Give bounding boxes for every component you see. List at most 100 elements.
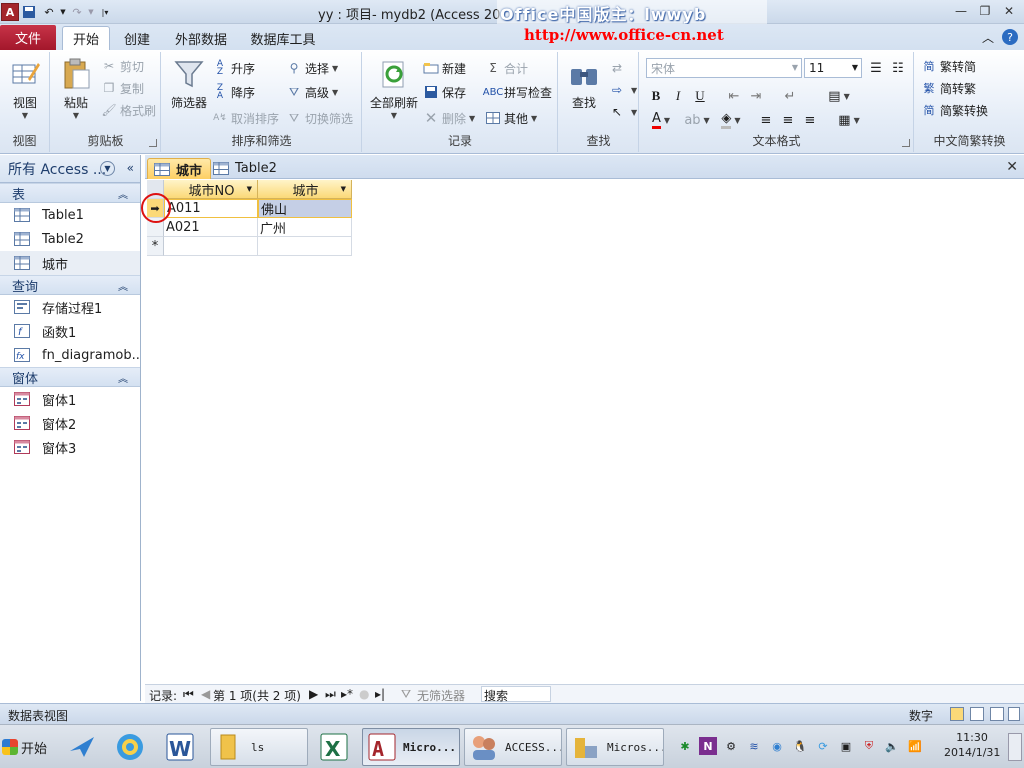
- increase-indent-button[interactable]: ⇥: [746, 86, 766, 106]
- tab-create[interactable]: 创建: [116, 26, 158, 50]
- show-desktop-button[interactable]: [1008, 733, 1022, 761]
- doc-tab-table2[interactable]: Table2: [207, 158, 285, 179]
- tray-network-icon[interactable]: 📶: [906, 737, 924, 755]
- nav-item-form2[interactable]: 窗体2: [0, 411, 140, 435]
- advanced-button[interactable]: ⛛ 高级 ▼: [286, 82, 338, 102]
- tab-file[interactable]: 文件: [0, 25, 56, 50]
- datasheet-view-icon[interactable]: [950, 707, 964, 721]
- gridlines-button[interactable]: ▤ ▼: [824, 86, 854, 106]
- tray-tool-icon[interactable]: ⚙: [722, 737, 740, 755]
- tray-qq-icon[interactable]: 🐧: [791, 737, 809, 755]
- bullets-button[interactable]: ☰: [866, 58, 886, 78]
- design-view-icon[interactable]: [1008, 707, 1020, 721]
- tray-sync-icon[interactable]: ⟳: [814, 737, 832, 755]
- column-header-city-no[interactable]: 城市NO ▼: [164, 180, 258, 199]
- record-nav-extra-icon[interactable]: ●: [359, 687, 369, 701]
- find-button[interactable]: 查找: [561, 56, 607, 111]
- tab-database-tools[interactable]: 数据库工具: [244, 26, 322, 50]
- nav-item-stored-procedure1[interactable]: 存储过程1: [0, 295, 140, 319]
- sort-descending-button[interactable]: Z A 降序: [212, 82, 255, 102]
- text-format-launcher-icon[interactable]: [902, 139, 910, 147]
- delete-record-button[interactable]: ✕ 删除 ▼: [423, 108, 475, 128]
- nav-item-table2[interactable]: Table2: [0, 227, 140, 251]
- filter-button[interactable]: 筛选器: [166, 56, 212, 111]
- close-icon[interactable]: ✕: [1000, 2, 1018, 20]
- replace-icon-button[interactable]: ⇄: [609, 58, 628, 78]
- column-filter-dropdown-icon[interactable]: ▼: [247, 185, 252, 193]
- first-record-icon[interactable]: ⏮: [183, 687, 194, 702]
- next-record-icon[interactable]: ▶: [309, 687, 318, 701]
- spelling-button[interactable]: ABC 拼写检查: [483, 82, 552, 102]
- tray-app-icon[interactable]: ✱: [676, 737, 694, 755]
- access-app-icon[interactable]: A: [1, 3, 19, 21]
- italic-button[interactable]: I: [668, 86, 688, 106]
- tray-stack-icon[interactable]: ≋: [745, 737, 763, 755]
- align-center-button[interactable]: ≡: [778, 110, 798, 130]
- t2s-button[interactable]: 简繁转简: [921, 56, 977, 76]
- nav-menu-icon[interactable]: ▼: [100, 161, 115, 176]
- start-button[interactable]: 开始: [2, 733, 52, 761]
- tray-volume-icon[interactable]: 🔈: [883, 737, 901, 755]
- tray-device-icon[interactable]: ▣: [837, 737, 855, 755]
- nav-item-function1[interactable]: f 函数1: [0, 319, 140, 343]
- nav-section-tables[interactable]: 表 ︽: [0, 183, 140, 203]
- format-painter-button[interactable]: 🖌 格式刷: [101, 100, 156, 120]
- previous-record-icon[interactable]: ◀: [201, 687, 210, 701]
- sort-ascending-button[interactable]: A Z 升序: [212, 58, 255, 78]
- new-cell-city[interactable]: [258, 237, 352, 256]
- s2t-button[interactable]: 繁简转繁: [921, 78, 977, 98]
- cut-button[interactable]: ✂ 剪切: [101, 56, 144, 76]
- nav-item-city[interactable]: 城市: [0, 251, 140, 275]
- nav-section-queries[interactable]: 查询 ︽: [0, 275, 140, 295]
- customize-qat-icon[interactable]: |▾: [95, 3, 115, 21]
- taskbar-button-micros[interactable]: Micros...: [566, 728, 664, 766]
- view-button[interactable]: 视图 ▼: [2, 56, 48, 120]
- copy-button[interactable]: ❐ 复制: [101, 78, 144, 98]
- nav-pane-header[interactable]: 所有 Access ... ▼ «: [0, 155, 140, 183]
- clipboard-launcher-icon[interactable]: [149, 139, 157, 147]
- underline-button[interactable]: U: [690, 86, 710, 106]
- tray-onenote-icon[interactable]: N: [699, 737, 717, 755]
- more-button[interactable]: 其他 ▼: [485, 108, 537, 128]
- align-right-button[interactable]: ≡: [800, 110, 820, 130]
- excel-icon[interactable]: X: [318, 731, 350, 763]
- nav-item-form1[interactable]: 窗体1: [0, 387, 140, 411]
- tab-external-data[interactable]: 外部数据: [168, 26, 234, 50]
- new-record-nav-icon[interactable]: ▸*: [341, 687, 353, 701]
- ribbon-minimize-icon[interactable]: ︿: [982, 29, 994, 46]
- taskbar-button-access-chat[interactable]: ACCESS...: [464, 728, 562, 766]
- new-record-selector[interactable]: *: [147, 237, 164, 256]
- cell-city[interactable]: 广州: [258, 218, 352, 237]
- undo-icon[interactable]: ↶: [39, 3, 59, 21]
- last-record-icon[interactable]: ⏭: [325, 687, 336, 702]
- redo-dropdown-icon[interactable]: ▼: [87, 3, 95, 21]
- nav-section-forms[interactable]: 窗体 ︽: [0, 367, 140, 387]
- browser-icon[interactable]: [114, 731, 146, 763]
- redo-icon[interactable]: ↷: [67, 3, 87, 21]
- nav-item-table1[interactable]: Table1: [0, 203, 140, 227]
- highlight-button[interactable]: ab ▼: [682, 110, 712, 130]
- save-icon[interactable]: [19, 3, 39, 21]
- cell-city[interactable]: 佛山: [258, 199, 352, 218]
- totals-button[interactable]: Σ 合计: [485, 58, 528, 78]
- cell-city-no[interactable]: A021: [164, 218, 258, 237]
- pivot-chart-view-icon[interactable]: [990, 707, 1004, 721]
- taskbar-clock[interactable]: 11:30 2014/1/31: [944, 730, 1000, 760]
- taskbar-button-access[interactable]: A Micro...: [362, 728, 460, 766]
- nav-item-fn-diagram[interactable]: fx fn_diagramob...: [0, 343, 140, 367]
- search-input[interactable]: 搜索: [481, 686, 551, 703]
- word-icon[interactable]: W: [164, 731, 196, 763]
- select-button[interactable]: ↖ ▼: [609, 102, 637, 122]
- column-filter-dropdown-icon[interactable]: ▼: [341, 185, 346, 193]
- cell-city-no[interactable]: A011: [164, 199, 258, 218]
- restore-icon[interactable]: ❐: [976, 2, 994, 20]
- clear-sort-button[interactable]: A↯ 取消排序: [212, 108, 279, 128]
- filter-status[interactable]: 无筛选器: [417, 687, 465, 704]
- no-filter-icon[interactable]: ⛛: [401, 687, 411, 702]
- toggle-filter-button[interactable]: ⛛ 切换筛选: [286, 108, 353, 128]
- new-cell-city-no[interactable]: [164, 237, 258, 256]
- paste-button[interactable]: 粘贴 ▼: [53, 56, 99, 120]
- ltr-button[interactable]: ↵: [780, 86, 800, 106]
- record-nav-end-icon[interactable]: ▸|: [375, 687, 385, 701]
- current-record-position[interactable]: 第 1 项(共 2 项): [213, 687, 301, 704]
